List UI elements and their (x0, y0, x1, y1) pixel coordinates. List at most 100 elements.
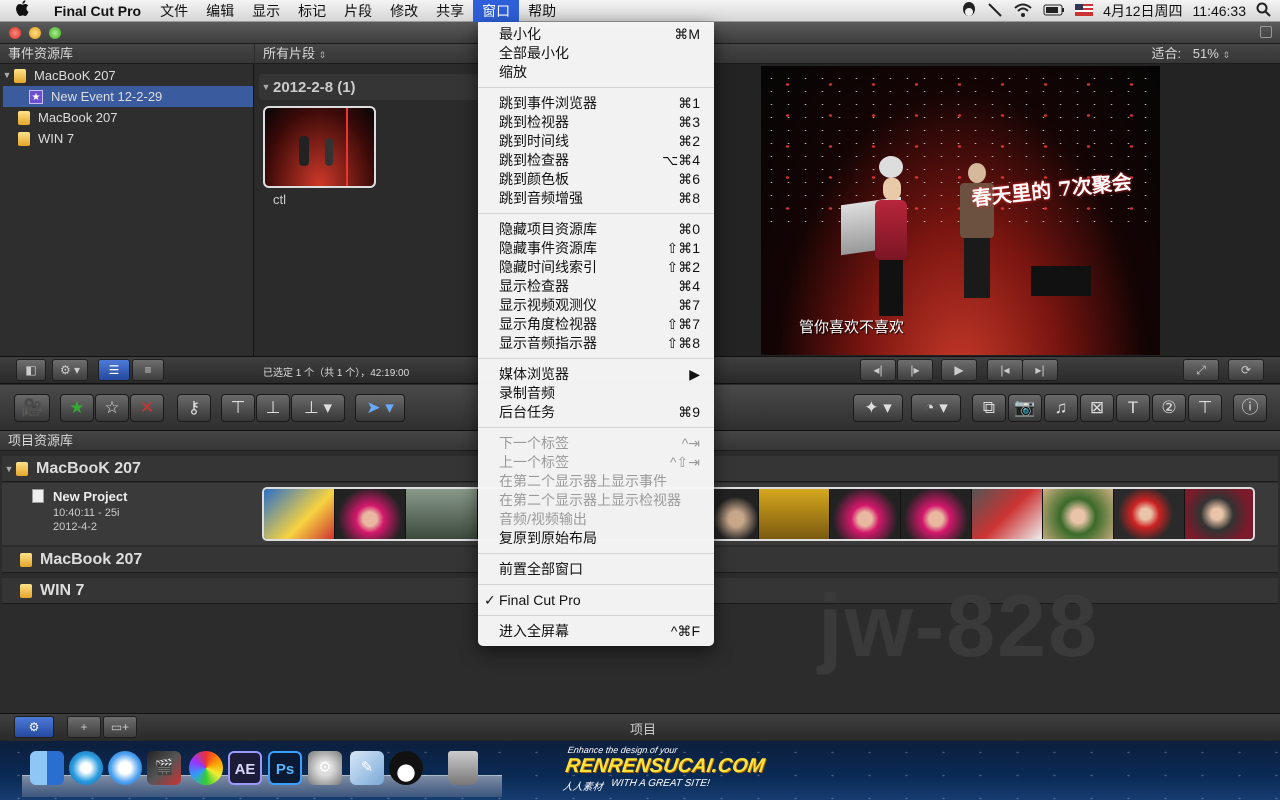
fullscreen-toggle-icon[interactable] (1260, 26, 1272, 38)
menu-share[interactable]: 共享 (427, 0, 473, 22)
window-menu-item[interactable]: 缩放 (478, 63, 714, 82)
event-item-new-event[interactable]: ★ New Event 12-2-29 (3, 86, 253, 107)
minimize-button[interactable] (29, 27, 41, 39)
select-tool-button[interactable]: ➤ ▾ (355, 394, 405, 422)
play-button[interactable]: ▶ (941, 359, 977, 381)
clip-thumbnail[interactable] (263, 106, 376, 188)
timemachine-icon[interactable] (987, 2, 1003, 21)
disclosure-triangle-icon[interactable]: ▼ (0, 65, 14, 86)
zoom-button[interactable] (49, 27, 61, 39)
menu-mark[interactable]: 标记 (289, 0, 335, 22)
window-menu-item[interactable]: 全部最小化 (478, 44, 714, 63)
event-library-disk-win7[interactable]: WIN 7 (0, 128, 254, 149)
action-gear-button[interactable]: ⚙ ▾ (52, 359, 88, 381)
safari-icon[interactable] (69, 751, 103, 785)
itunes-icon[interactable]: ♫ (108, 751, 142, 785)
window-menu-item[interactable]: 后台任务 ⌘9 (478, 403, 714, 422)
disclosure-triangle-icon[interactable]: ▼ (259, 82, 273, 92)
reject-button[interactable]: ✕ (130, 394, 164, 422)
menu-view[interactable]: 显示 (243, 0, 289, 22)
hide-library-button[interactable]: ◧ (16, 359, 46, 381)
go-to-start-button[interactable]: |◂ (987, 359, 1023, 381)
battery-icon[interactable] (1043, 3, 1065, 19)
event-library-disk-macbook2[interactable]: MacBook 207 (0, 107, 254, 128)
close-button[interactable] (9, 27, 21, 39)
transitions-browser-button[interactable]: ⊠ (1080, 394, 1114, 422)
next-frame-button[interactable]: |▸ (897, 359, 933, 381)
qq-icon[interactable] (389, 751, 423, 785)
generators-browser-button[interactable]: ② (1152, 394, 1186, 422)
window-menu-item[interactable]: 跳到颜色板 ⌘6 (478, 170, 714, 189)
new-folder-button[interactable]: ▭+ (103, 716, 137, 738)
list-view-button[interactable]: ≡ (132, 359, 164, 381)
go-to-end-button[interactable]: ▸| (1022, 359, 1058, 381)
prev-frame-button[interactable]: ◂| (860, 359, 896, 381)
window-menu-item[interactable]: 跳到事件浏览器 ⌘1 (478, 94, 714, 113)
browser-date-group[interactable]: ▼ 2012-2-8 (1) (259, 74, 499, 100)
app-menu[interactable]: Final Cut Pro (44, 3, 151, 19)
menu-edit[interactable]: 编辑 (197, 0, 243, 22)
import-camera-button[interactable]: 🎥 (14, 394, 50, 422)
window-menu-item[interactable]: 隐藏项目资源库 ⌘0 (478, 220, 714, 239)
unrate-button[interactable]: ☆ (95, 394, 129, 422)
event-library-disk-macbook[interactable]: ▼ MacBooK 207 (0, 65, 254, 86)
menu-clip[interactable]: 片段 (335, 0, 381, 22)
finder-icon[interactable] (30, 751, 64, 785)
menu-window[interactable]: 窗口 (473, 0, 520, 22)
clip-name[interactable]: ctl (273, 192, 286, 207)
photoshop-icon[interactable]: Ps (268, 751, 302, 785)
browser-filter-label[interactable]: 所有片段 (263, 46, 315, 61)
time-label[interactable]: 11:46:33 (1193, 3, 1246, 19)
append-clip-button[interactable]: ⊥ ▾ (291, 394, 345, 422)
window-menu-item[interactable]: 跳到音频增强 ⌘8 (478, 189, 714, 208)
window-menu-item[interactable]: 前置全部窗口 (478, 560, 714, 579)
window-menu-item[interactable]: 媒体浏览器 ▶ (478, 365, 714, 384)
window-menu-item[interactable]: 跳到检查器 ⌥⌘4 (478, 151, 714, 170)
window-menu-item[interactable]: 隐藏事件资源库 ⇧⌘1 (478, 239, 714, 258)
qq-status-icon[interactable] (961, 1, 977, 22)
disclosure-triangle-icon[interactable]: ▼ (2, 464, 16, 474)
window-menu-item[interactable]: ✓ Final Cut Pro (478, 591, 714, 610)
show-inspector-grid-button[interactable]: ⧉ (972, 394, 1006, 422)
window-menu-item[interactable]: 录制音频 (478, 384, 714, 403)
show-projects-button[interactable]: ⚙ (14, 716, 54, 738)
filmstrip-view-button[interactable]: ☰ (98, 359, 130, 381)
favorite-button[interactable]: ★ (60, 394, 94, 422)
window-menu-item[interactable]: 复原到原始布局 (478, 529, 714, 548)
music-browser-button[interactable]: ♫ (1044, 394, 1078, 422)
spotlight-icon[interactable] (1256, 2, 1272, 21)
zoom-level-popup[interactable]: 51% (1193, 46, 1219, 61)
date-label[interactable]: 4月12日周四 (1103, 1, 1182, 21)
loop-playback-button[interactable]: ⟳ (1228, 359, 1264, 381)
window-menu-item[interactable]: 显示检查器 ⌘4 (478, 277, 714, 296)
system-preferences-icon[interactable]: ⚙ (308, 751, 342, 785)
inspector-button[interactable]: ⓘ (1233, 394, 1267, 422)
photo-browser-button[interactable]: 📷 (1008, 394, 1042, 422)
apple-menu-icon[interactable] (0, 0, 44, 21)
menu-file[interactable]: 文件 (151, 0, 197, 22)
wifi-icon[interactable] (1013, 2, 1033, 21)
window-menu-item[interactable]: 跳到检视器 ⌘3 (478, 113, 714, 132)
insert-clip-button[interactable]: ⊥ (256, 394, 290, 422)
project-filmstrip[interactable] (262, 487, 1255, 541)
menu-modify[interactable]: 修改 (381, 0, 427, 22)
photo-booth-icon[interactable] (189, 751, 223, 785)
titles-browser-button[interactable]: T (1116, 394, 1150, 422)
themes-browser-button[interactable]: ⊤ (1188, 394, 1222, 422)
fullscreen-play-button[interactable]: ⤢ (1183, 359, 1219, 381)
keyword-button[interactable]: ⚷ (177, 394, 211, 422)
window-menu-item[interactable]: 显示视频观测仪 ⌘7 (478, 296, 714, 315)
enhancements-button[interactable]: ✦ ▾ (853, 394, 903, 422)
window-menu-item[interactable]: 跳到时间线 ⌘2 (478, 132, 714, 151)
after-effects-icon[interactable]: AE (228, 751, 262, 785)
window-menu-item[interactable]: 进入全屏幕 ^⌘F (478, 622, 714, 641)
new-project-button[interactable]: + (67, 716, 101, 738)
viewer-video-frame[interactable]: 春天里的 7次聚会 管你喜欢不喜欢 (761, 66, 1160, 355)
window-menu-item[interactable]: 隐藏时间线索引 ⇧⌘2 (478, 258, 714, 277)
preview-icon[interactable]: ✎ (350, 751, 384, 785)
window-menu-item[interactable]: 显示音频指示器 ⇧⌘8 (478, 334, 714, 353)
menu-help[interactable]: 帮助 (519, 0, 565, 22)
trash-icon[interactable] (448, 751, 478, 785)
retime-button[interactable]: ◔ ▾ (911, 394, 961, 422)
us-flag-icon[interactable] (1075, 3, 1094, 19)
